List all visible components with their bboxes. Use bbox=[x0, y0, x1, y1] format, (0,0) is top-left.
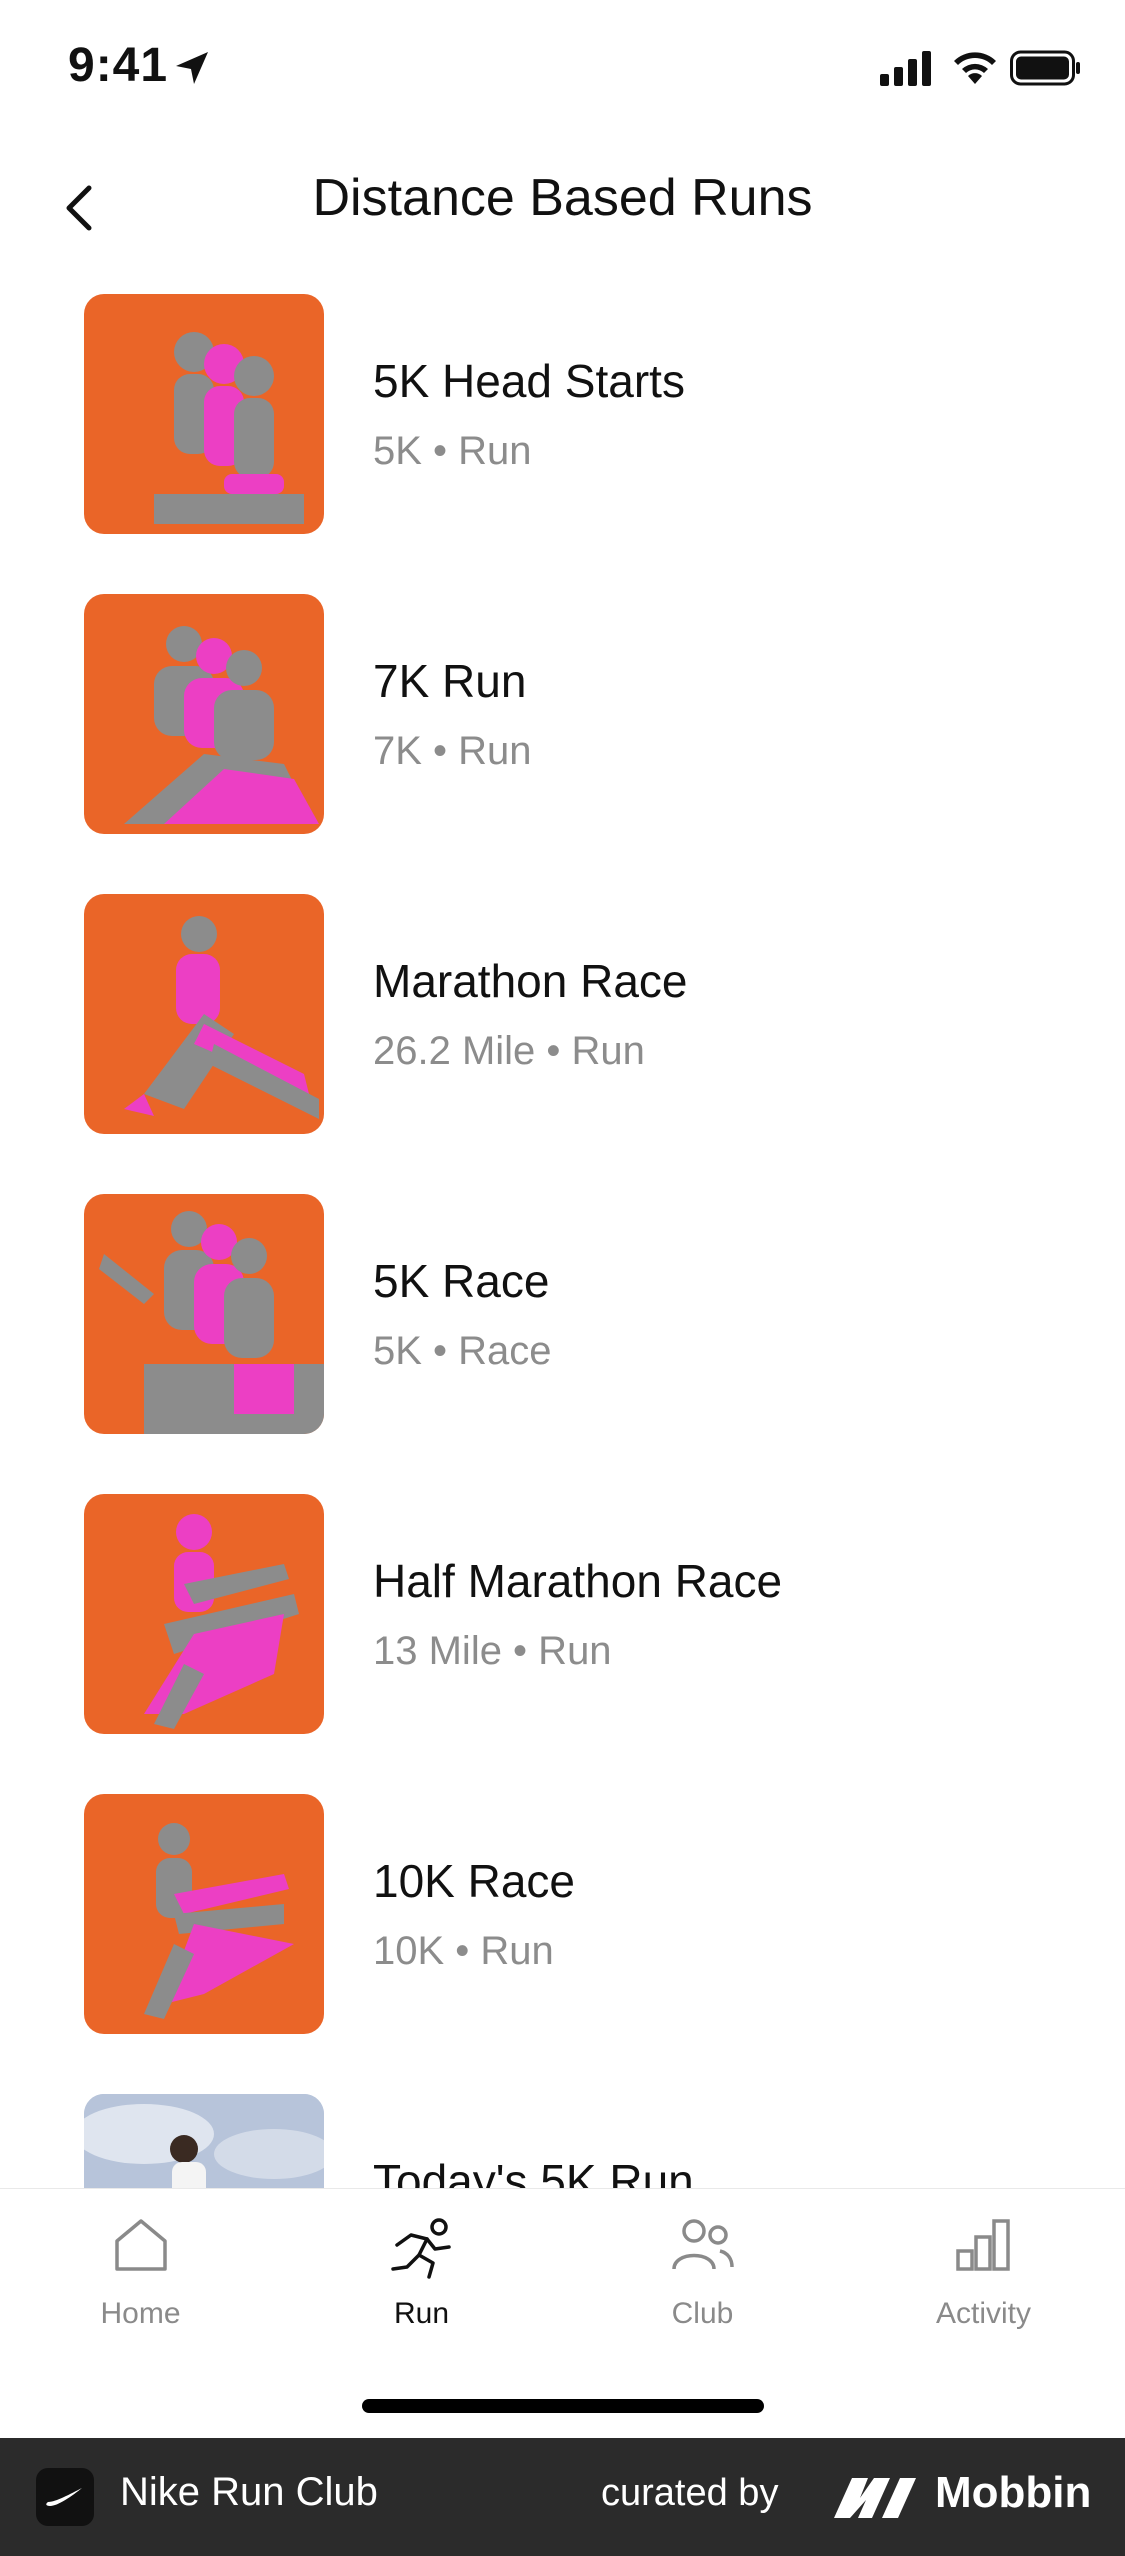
run-thumbnail bbox=[84, 894, 324, 1134]
tab-activity[interactable]: Activity bbox=[843, 2189, 1124, 2349]
tab-label: Activity bbox=[935, 2297, 1031, 2330]
home-indicator bbox=[362, 2399, 764, 2413]
tab-label: Club bbox=[671, 2297, 734, 2330]
run-title: Today's 5K Run bbox=[373, 2155, 694, 2188]
list-item-5k-head-starts[interactable]: 5K Head Starts 5K • Run bbox=[0, 294, 1125, 534]
nrc-logo-icon bbox=[36, 2468, 94, 2526]
run-title: Half Marathon Race bbox=[373, 1555, 783, 1607]
list-item-7k-run[interactable]: 7K Run 7K • Run bbox=[0, 594, 1125, 834]
mobbin-logo-icon bbox=[834, 2478, 916, 2518]
footer-app-name: Nike Run Club bbox=[120, 2470, 378, 2514]
run-subtitle: 7K • Run bbox=[373, 729, 532, 773]
status-time: 9:41 bbox=[68, 39, 169, 92]
page-title: Distance Based Runs bbox=[312, 169, 813, 227]
home-icon bbox=[114, 2219, 167, 2271]
footer-curated-label: curated by bbox=[601, 2472, 779, 2514]
run-title: 7K Run bbox=[373, 655, 527, 707]
run-icon bbox=[390, 2218, 451, 2279]
run-thumbnail bbox=[84, 1794, 324, 2034]
list-item-5k-race[interactable]: 5K Race 5K • Race bbox=[0, 1194, 1125, 1434]
runs-list[interactable]: 5K Head Starts 5K • Run 7K Run 7K • Run bbox=[0, 294, 1125, 2188]
run-thumbnail bbox=[84, 1494, 324, 1734]
nav-header: Distance Based Runs bbox=[0, 150, 1125, 250]
tab-label: Run bbox=[393, 2297, 450, 2330]
list-item-half-marathon-race[interactable]: Half Marathon Race 13 Mile • Run bbox=[0, 1494, 1125, 1734]
club-icon bbox=[671, 2219, 734, 2270]
status-bar: 9:41 bbox=[0, 0, 1125, 140]
run-subtitle: 10K • Run bbox=[373, 1929, 554, 1973]
footer-bar: Nike Run Club curated by Mobbin bbox=[0, 2438, 1125, 2556]
list-item-todays-5k-run[interactable]: Today's 5K Run bbox=[0, 2094, 1125, 2188]
tab-bar: Home Run Club Activity bbox=[0, 2188, 1125, 2439]
footer-brand: Mobbin bbox=[935, 2468, 1092, 2517]
run-title: 5K Race bbox=[373, 1255, 550, 1307]
run-subtitle: 5K • Race bbox=[373, 1329, 552, 1373]
tab-run[interactable]: Run bbox=[281, 2189, 562, 2349]
run-thumbnail bbox=[84, 2094, 324, 2188]
list-item-10k-race[interactable]: 10K Race 10K • Run bbox=[0, 1794, 1125, 2034]
run-title: 5K Head Starts bbox=[373, 355, 685, 407]
wifi-icon bbox=[954, 52, 996, 84]
run-thumbnail bbox=[84, 594, 324, 834]
tab-label: Home bbox=[100, 2297, 181, 2330]
run-subtitle: 5K • Run bbox=[373, 429, 532, 473]
signal-icon bbox=[880, 51, 931, 86]
run-thumbnail bbox=[84, 1194, 324, 1434]
tab-club[interactable]: Club bbox=[562, 2189, 843, 2349]
run-title: 10K Race bbox=[373, 1855, 576, 1907]
run-thumbnail bbox=[84, 294, 324, 534]
run-subtitle: 26.2 Mile • Run bbox=[373, 1029, 645, 1073]
run-subtitle: 13 Mile • Run bbox=[373, 1629, 612, 1673]
battery-icon bbox=[1010, 50, 1080, 86]
list-item-marathon-race[interactable]: Marathon Race 26.2 Mile • Run bbox=[0, 894, 1125, 1134]
activity-icon bbox=[955, 2219, 1010, 2271]
run-title: Marathon Race bbox=[373, 955, 688, 1007]
location-arrow-icon bbox=[176, 52, 208, 84]
tab-home[interactable]: Home bbox=[0, 2189, 281, 2349]
